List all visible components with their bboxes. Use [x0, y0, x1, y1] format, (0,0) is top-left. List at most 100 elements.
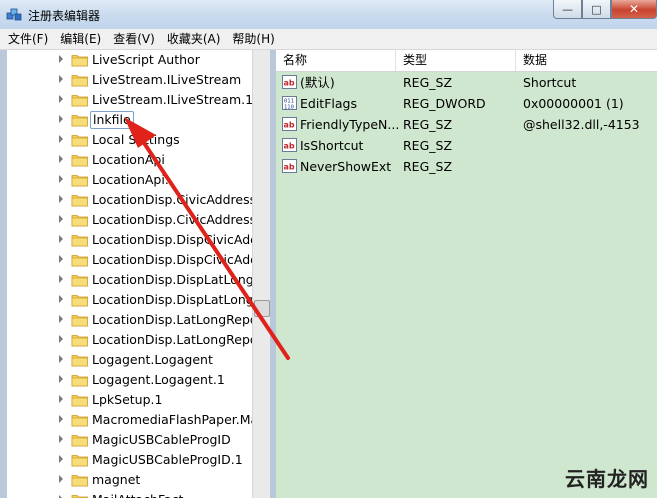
expand-arrow-icon[interactable] — [59, 55, 63, 63]
expand-arrow-icon[interactable] — [59, 275, 63, 283]
expand-arrow-icon[interactable] — [59, 395, 63, 403]
tree-item-label: MagicUSBCableProgID.1 — [92, 452, 243, 467]
menu-edit[interactable]: 编辑(E) — [54, 29, 107, 49]
tree-item[interactable]: Logagent.Logagent — [7, 350, 257, 370]
expand-arrow-icon[interactable] — [59, 235, 63, 243]
tree-item-label: LocationDisp.DispLatLongRe — [92, 272, 270, 287]
tree-item[interactable]: MailAttachFact — [7, 490, 257, 498]
binary-value-icon: 011 110 — [282, 96, 297, 111]
tree-item[interactable]: lnkfile — [7, 110, 257, 130]
value-row[interactable]: ab (默认) REG_SZ Shortcut — [276, 72, 657, 93]
tree-item[interactable]: LocationDisp.LatLongReport — [7, 330, 268, 350]
tree-item[interactable]: LocationDisp.LatLongReport — [7, 310, 268, 330]
tree-item[interactable]: LocationDisp.CivicAddressRe — [7, 190, 269, 210]
expand-arrow-icon[interactable] — [59, 295, 63, 303]
key-tree[interactable]: LiveScript Author LiveStream.ILiveStream L… — [7, 50, 270, 498]
svg-text:ab: ab — [284, 79, 295, 88]
tree-scroll-thumb[interactable] — [254, 300, 270, 317]
tree-item[interactable]: LocationApi. — [7, 170, 257, 190]
expand-arrow-icon[interactable] — [59, 175, 63, 183]
expand-arrow-icon[interactable] — [59, 335, 63, 343]
column-header-type[interactable]: 类型 — [396, 50, 516, 71]
maximize-icon: □ — [591, 2, 602, 16]
expand-arrow-icon[interactable] — [59, 375, 63, 383]
expand-arrow-icon[interactable] — [59, 255, 63, 263]
menu-help[interactable]: 帮助(H) — [226, 29, 280, 49]
window-title: 注册表编辑器 — [28, 9, 101, 23]
expand-arrow-icon[interactable] — [59, 455, 63, 463]
expand-arrow-icon[interactable] — [59, 95, 63, 103]
expand-arrow-icon[interactable] — [59, 75, 63, 83]
tree-item[interactable]: magnet — [7, 470, 257, 490]
expand-arrow-icon[interactable] — [59, 415, 63, 423]
maximize-button[interactable]: □ — [582, 0, 611, 19]
tree-item[interactable]: Local Settings — [7, 130, 257, 150]
tree-item[interactable]: LocationDisp.DispCivicAddre — [7, 250, 269, 270]
tree-item-label: Logagent.Logagent — [92, 352, 213, 367]
menu-view[interactable]: 查看(V) — [107, 29, 161, 49]
menu-file[interactable]: 文件(F) — [0, 29, 54, 49]
folder-icon — [71, 113, 89, 127]
svg-text:ab: ab — [284, 121, 295, 130]
folder-icon — [71, 373, 89, 387]
value-row[interactable]: ab NeverShowExt REG_SZ — [276, 156, 657, 177]
tree-item[interactable]: LpkSetup.1 — [7, 390, 257, 410]
tree-item-label: LocationApi. — [92, 172, 169, 187]
tree-item[interactable]: Logagent.Logagent.1 — [7, 370, 257, 390]
tree-item-label: Local Settings — [92, 132, 180, 147]
folder-icon — [71, 413, 89, 427]
value-row[interactable]: ab FriendlyTypeN... REG_SZ @shell32.dll,-41… — [276, 114, 657, 135]
expand-arrow-icon[interactable] — [59, 115, 63, 123]
main-content: LiveScript Author LiveStream.ILiveStream L… — [0, 50, 657, 498]
tree-item-label: MagicUSBCableProgID — [92, 432, 231, 447]
watermark-logo: 云南龙网 — [565, 467, 649, 491]
tree-item-label: lnkfile — [90, 111, 134, 129]
tree-item[interactable]: MacromediaFlashPaper.Mac — [7, 410, 265, 430]
value-row[interactable]: ab IsShortcut REG_SZ — [276, 135, 657, 156]
column-header-name[interactable]: 名称 — [276, 50, 396, 71]
value-list[interactable]: 名称 类型 数据 ab (默认) REG_SZ Shortcut 011 110 EditF… — [276, 50, 657, 498]
expand-arrow-icon[interactable] — [59, 435, 63, 443]
column-header-data[interactable]: 数据 — [516, 50, 657, 71]
value-data: @shell32.dll,-4153 — [523, 117, 640, 132]
tree-item-label: LiveStream.ILiveStream.1 — [92, 92, 254, 107]
tree-item[interactable]: LocationDisp.CivicAddressRe — [7, 210, 269, 230]
tree-item-label: LocationDisp.LatLongReport — [92, 312, 268, 327]
minimize-button[interactable]: — — [553, 0, 582, 19]
expand-arrow-icon[interactable] — [59, 195, 63, 203]
tree-item[interactable]: LiveStream.ILiveStream — [7, 70, 257, 90]
tree-item[interactable]: LiveStream.ILiveStream.1 — [7, 90, 257, 110]
tree-item[interactable]: MagicUSBCableProgID — [7, 430, 257, 450]
tree-item[interactable]: LocationDisp.DispCivicAddre — [7, 230, 269, 250]
tree-item-label: LocationDisp.CivicAddressRe — [92, 212, 270, 227]
value-name: EditFlags — [300, 96, 357, 111]
expand-arrow-icon[interactable] — [59, 215, 63, 223]
folder-icon — [71, 473, 89, 487]
tree-item[interactable]: LocationDisp.DispLatLongRe — [7, 270, 269, 290]
regedit-icon — [6, 8, 22, 21]
tree-item-label: LpkSetup.1 — [92, 392, 163, 407]
list-header: 名称 类型 数据 — [276, 50, 657, 72]
expand-arrow-icon[interactable] — [59, 155, 63, 163]
tree-item[interactable]: LocationDisp.DispLatLongRe — [7, 290, 269, 310]
string-value-icon: ab — [282, 138, 297, 152]
folder-icon — [71, 93, 89, 107]
close-button[interactable]: ✕ — [611, 0, 657, 19]
expand-arrow-icon[interactable] — [59, 475, 63, 483]
tree-item[interactable]: MagicUSBCableProgID.1 — [7, 450, 257, 470]
expand-arrow-icon[interactable] — [59, 135, 63, 143]
value-row[interactable]: 011 110 EditFlags REG_DWORD 0x00000001 (1) — [276, 93, 657, 114]
value-name: (默认) — [300, 75, 335, 90]
tree-item[interactable]: LocationApi — [7, 150, 257, 170]
folder-icon — [71, 213, 89, 227]
value-type: REG_SZ — [403, 117, 453, 132]
tree-item-label: magnet — [92, 472, 141, 487]
tree-scrollbar[interactable] — [252, 50, 270, 498]
expand-arrow-icon[interactable] — [59, 315, 63, 323]
menu-favorites[interactable]: 收藏夹(A) — [161, 29, 227, 49]
expand-arrow-icon[interactable] — [59, 355, 63, 363]
value-type: REG_SZ — [403, 75, 453, 90]
close-icon: ✕ — [628, 2, 640, 16]
menu-bar: 文件(F) 编辑(E) 查看(V) 收藏夹(A) 帮助(H) — [0, 29, 657, 50]
tree-item[interactable]: LiveScript Author — [7, 50, 257, 70]
